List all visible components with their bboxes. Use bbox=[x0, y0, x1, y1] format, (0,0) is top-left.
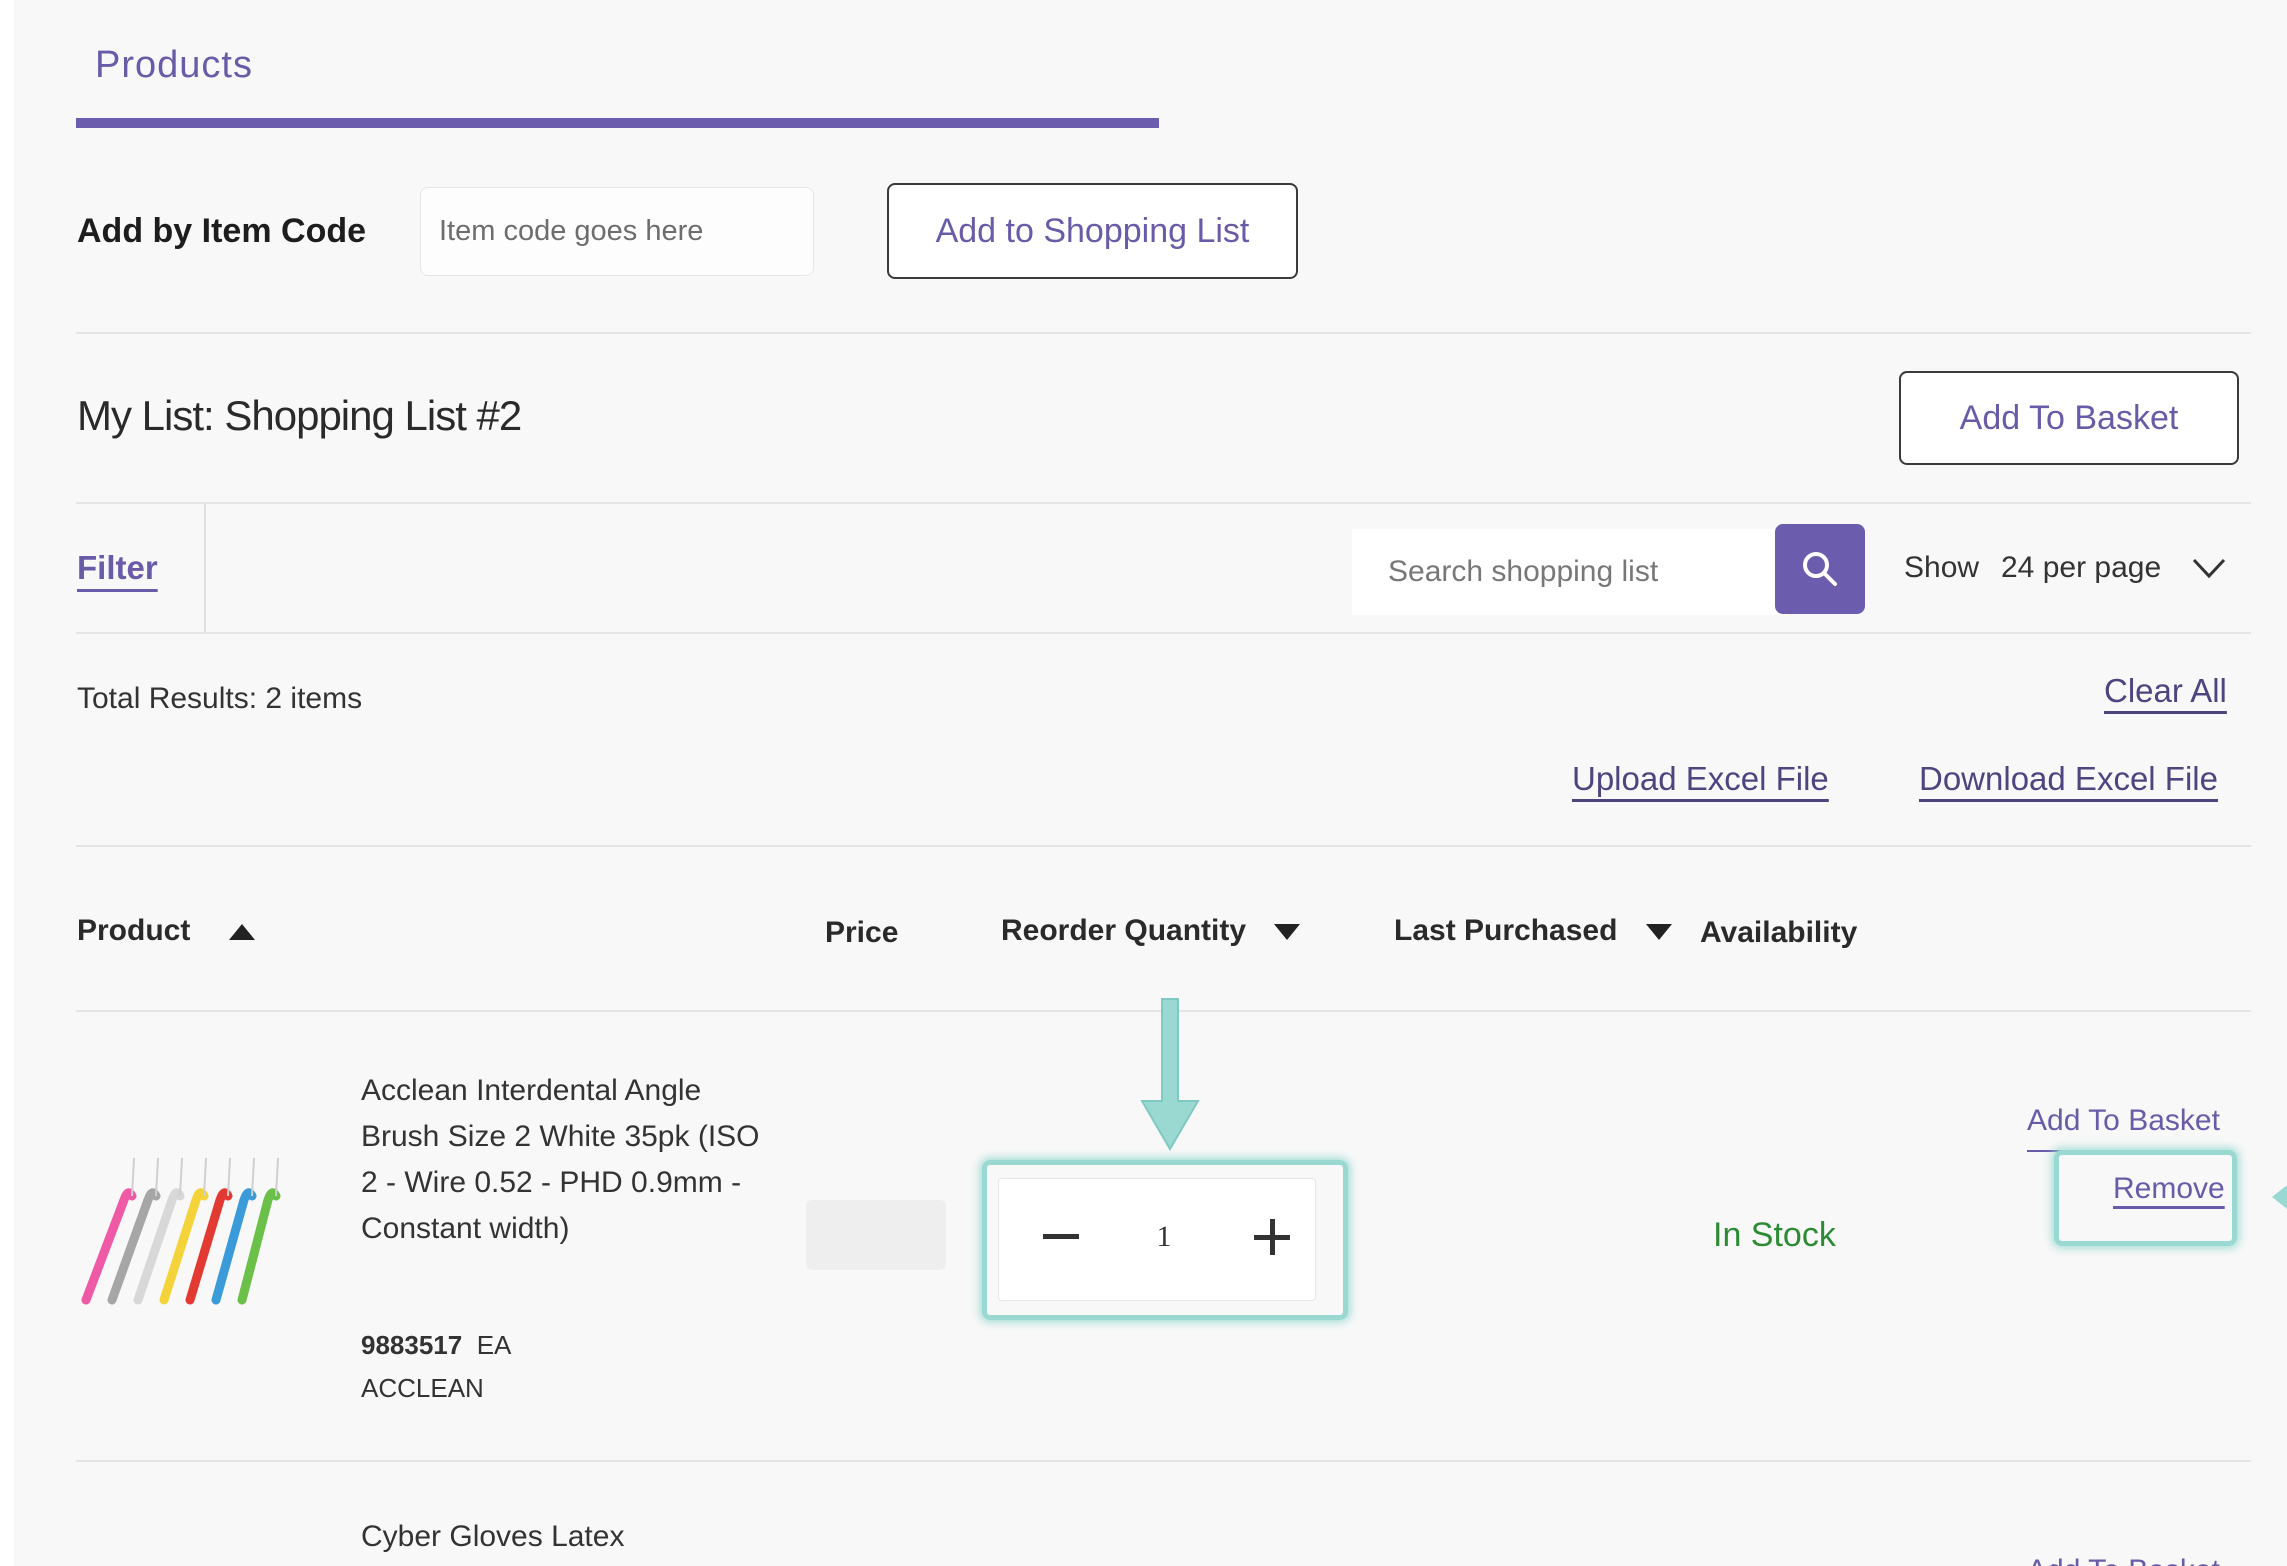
minus-icon bbox=[1043, 1234, 1079, 1239]
add-by-item-code-label: Add by Item Code bbox=[77, 212, 367, 250]
divider bbox=[76, 502, 2251, 504]
page: Products Add by Item Code Add to Shoppin… bbox=[14, 0, 2287, 1566]
sort-descending-icon bbox=[1274, 924, 1301, 941]
search-button[interactable] bbox=[1775, 524, 1865, 614]
arrow-down-annotation-icon bbox=[1140, 998, 1200, 1151]
filter-link[interactable]: Filter bbox=[77, 549, 158, 587]
add-to-shopping-list-button[interactable]: Add to Shopping List bbox=[887, 183, 1298, 279]
quantity-value[interactable]: 1 bbox=[1144, 1220, 1184, 1254]
column-header-availability: Availability bbox=[1700, 916, 1858, 949]
per-page-select[interactable]: 24 per page bbox=[2001, 551, 2161, 585]
list-title: My List: Shopping List #2 bbox=[77, 392, 522, 439]
sort-descending-icon bbox=[1645, 924, 1672, 941]
item-code-input[interactable] bbox=[420, 187, 814, 276]
row-add-to-basket-link[interactable]: Add To Basket bbox=[2027, 1104, 2220, 1138]
product-code: 9883517 EA bbox=[361, 1330, 512, 1360]
column-header-reorder-quantity[interactable]: Reorder Quantity bbox=[1001, 914, 1302, 948]
search-shopping-list-input[interactable] bbox=[1352, 529, 1787, 615]
increase-quantity-button[interactable] bbox=[1240, 1205, 1304, 1269]
divider bbox=[76, 845, 2251, 847]
product-name[interactable]: Cyber Gloves Latex bbox=[361, 1520, 624, 1554]
divider bbox=[76, 632, 2251, 634]
column-header-price: Price bbox=[825, 916, 899, 949]
sort-ascending-icon bbox=[228, 924, 255, 941]
filter-divider bbox=[204, 504, 206, 632]
show-label: Show bbox=[1904, 551, 1980, 584]
product-name[interactable]: Acclean Interdental Angle Brush Size 2 W… bbox=[361, 1068, 761, 1252]
divider bbox=[76, 1460, 2251, 1462]
chevron-down-icon[interactable] bbox=[2189, 550, 2229, 586]
decrease-quantity-button[interactable] bbox=[1029, 1205, 1093, 1269]
tab-active-indicator bbox=[76, 118, 1159, 128]
total-results: Total Results: 2 items bbox=[77, 682, 363, 715]
divider bbox=[76, 332, 2251, 334]
clear-all-link[interactable]: Clear All bbox=[2104, 672, 2227, 710]
download-excel-link[interactable]: Download Excel File bbox=[1919, 760, 2218, 798]
add-to-basket-button[interactable]: Add To Basket bbox=[1899, 371, 2239, 465]
row-add-to-basket-link[interactable]: Add To Basket bbox=[2027, 1554, 2220, 1566]
availability-status: In Stock bbox=[1713, 1216, 1836, 1254]
upload-excel-link[interactable]: Upload Excel File bbox=[1572, 760, 1829, 798]
remove-link[interactable]: Remove bbox=[2113, 1172, 2225, 1206]
product-brand: ACCLEAN bbox=[361, 1373, 484, 1403]
tab-products[interactable]: Products bbox=[95, 44, 253, 87]
plus-icon bbox=[1254, 1219, 1290, 1255]
column-header-last-purchased[interactable]: Last Purchased bbox=[1394, 914, 1674, 948]
column-header-product[interactable]: Product bbox=[77, 914, 257, 948]
search-icon bbox=[1803, 552, 1837, 586]
arrow-left-annotation-icon bbox=[2272, 1185, 2287, 1209]
product-image[interactable] bbox=[76, 1140, 308, 1310]
price-placeholder bbox=[806, 1200, 946, 1270]
